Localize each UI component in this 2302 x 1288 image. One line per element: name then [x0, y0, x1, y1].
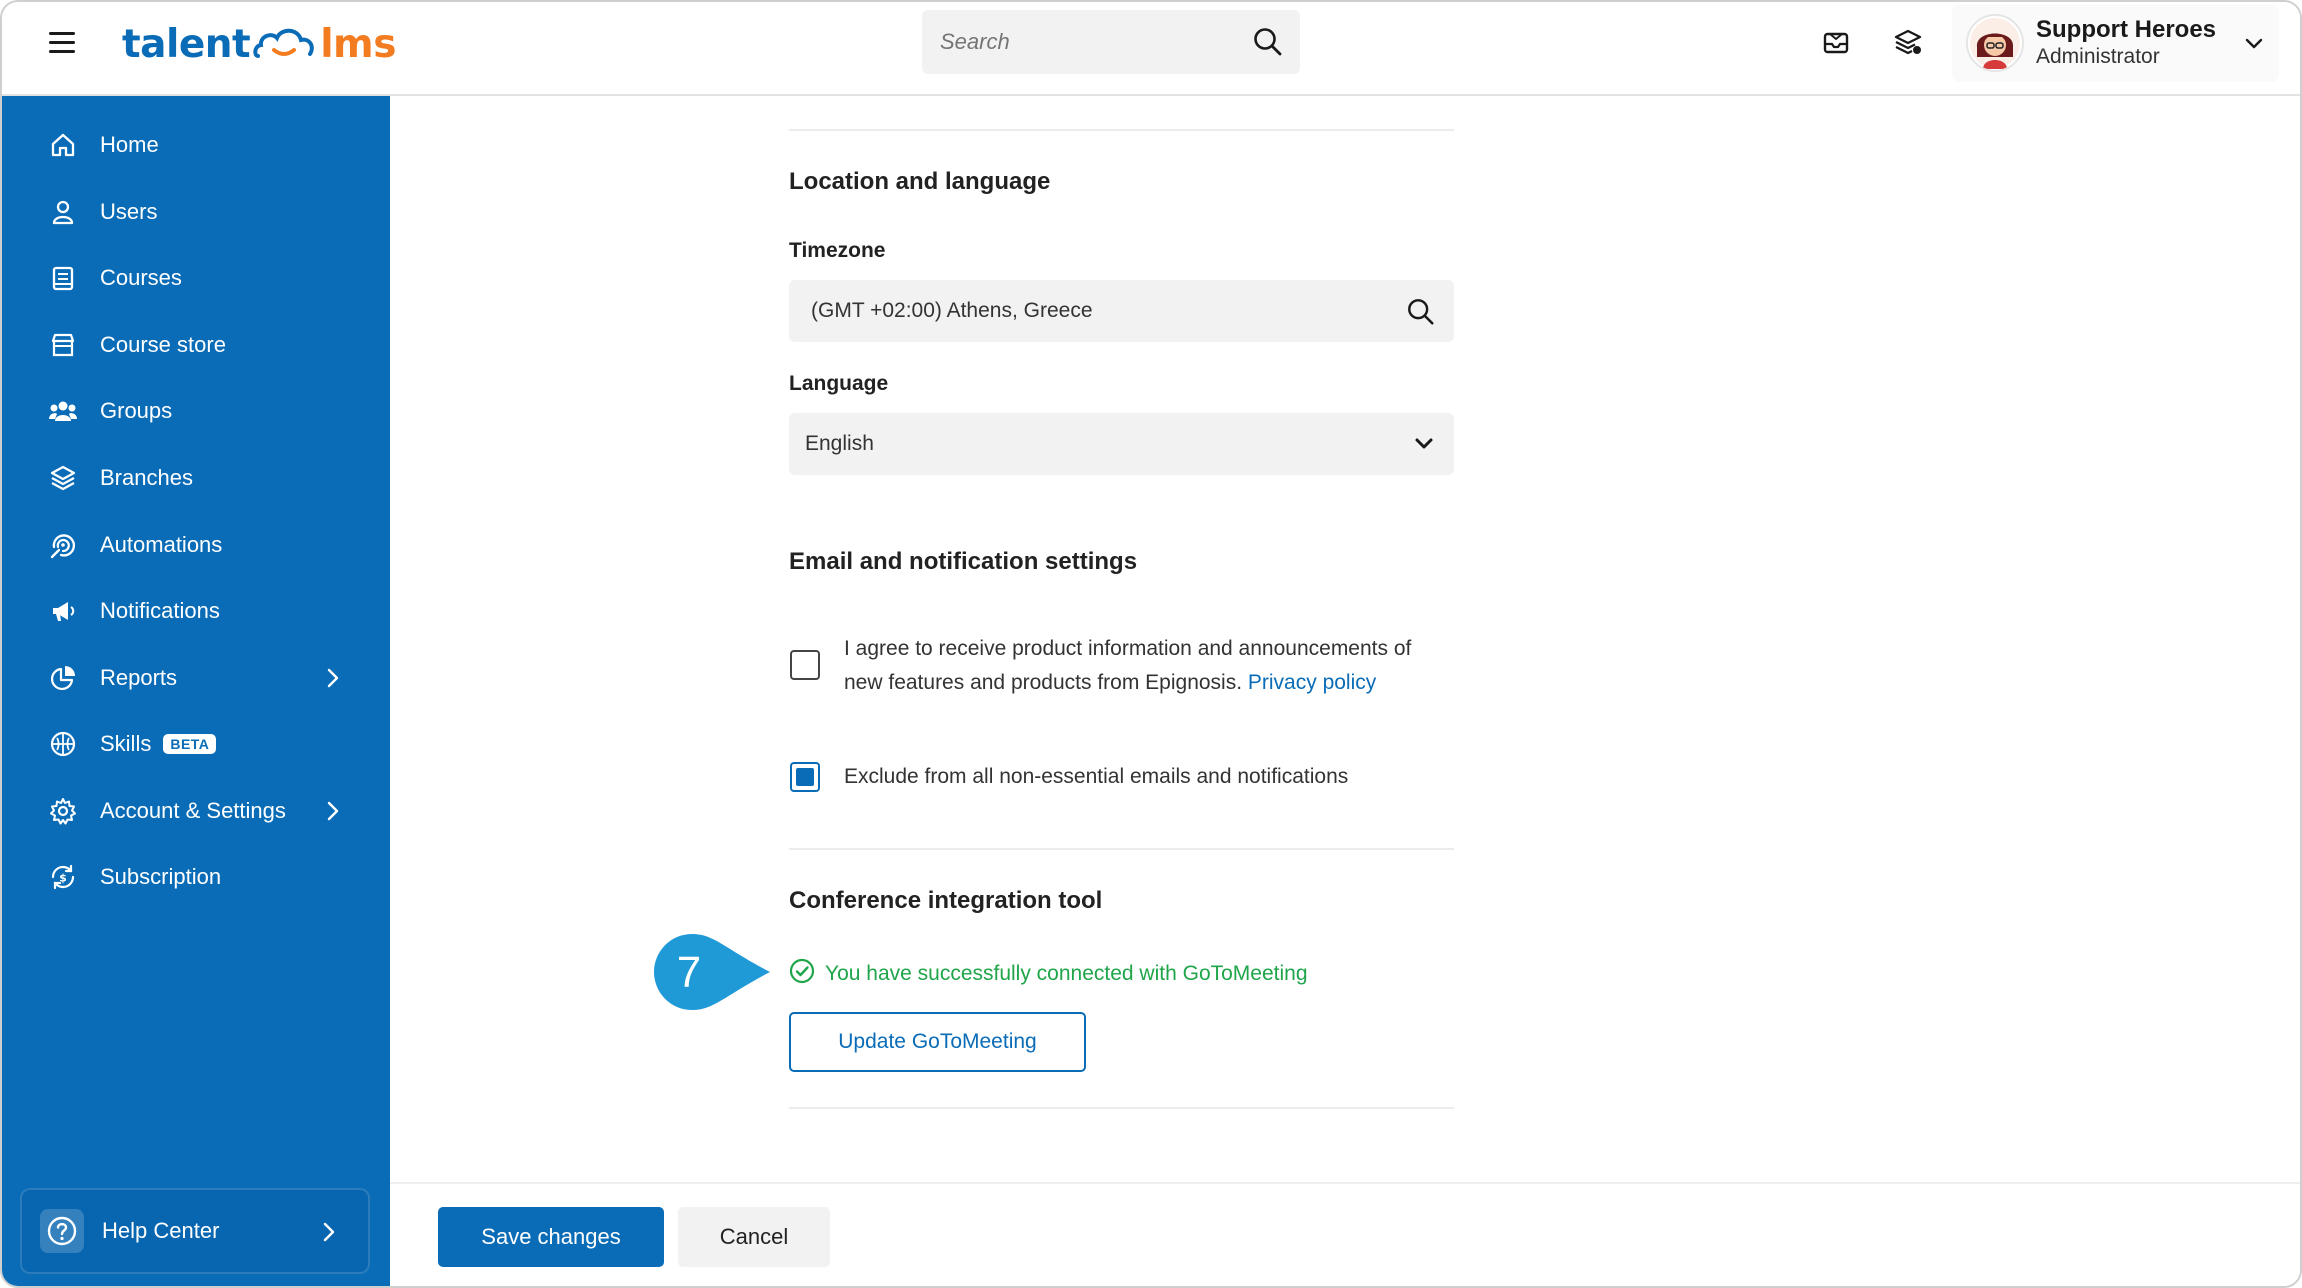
- privacy-policy-link[interactable]: Privacy policy: [1248, 671, 1376, 694]
- avatar: [1966, 14, 2024, 72]
- chevron-right-icon: [322, 799, 344, 828]
- logo-text-lms: lms: [320, 21, 396, 67]
- help-icon: [40, 1209, 84, 1253]
- agree-text: I agree to receive product information a…: [844, 632, 1411, 700]
- brain-icon: [48, 729, 78, 759]
- search-icon[interactable]: [1406, 297, 1436, 332]
- sidebar-item-label: Automations: [100, 532, 223, 557]
- sidebar-item-skills[interactable]: Skills BETA: [2, 716, 390, 772]
- timezone-value: (GMT +02:00) Athens, Greece: [811, 299, 1093, 322]
- language-select[interactable]: English: [789, 413, 1454, 475]
- language-label: Language: [789, 372, 889, 395]
- sidebar-item-notifications[interactable]: Notifications: [2, 583, 390, 639]
- sidebar-item-label: Home: [100, 132, 159, 157]
- user-role: Administrator: [2036, 45, 2160, 68]
- section-divider: [789, 129, 1454, 131]
- agree-checkbox[interactable]: [790, 650, 820, 680]
- timezone-label: Timezone: [789, 239, 886, 262]
- search-icon[interactable]: [1252, 26, 1284, 63]
- sidebar-item-home[interactable]: Home: [2, 117, 390, 173]
- location-section-title: Location and language: [789, 168, 1051, 195]
- agree-text-line1: I agree to receive product information a…: [844, 637, 1412, 660]
- chevron-right-icon: [318, 1220, 340, 1249]
- sidebar-item-label: Reports: [100, 665, 178, 690]
- automation-icon: [48, 530, 78, 560]
- beta-badge: BETA: [163, 734, 217, 754]
- sidebar-item-subscription[interactable]: $ Subscription: [2, 849, 390, 905]
- success-message: You have successfully connected with GoT…: [789, 958, 1308, 990]
- save-button[interactable]: Save changes: [438, 1207, 664, 1267]
- exclude-text: Exclude from all non-essential emails an…: [844, 765, 1349, 788]
- home-icon: [48, 130, 78, 160]
- search-input[interactable]: [940, 29, 1240, 55]
- search-box[interactable]: [922, 10, 1300, 74]
- sidebar-item-groups[interactable]: Groups: [2, 383, 390, 439]
- sidebar-item-label: Groups: [100, 398, 173, 423]
- logo-text-talent: talent: [122, 21, 251, 67]
- user-icon: [48, 197, 78, 227]
- step-number: 7: [677, 948, 701, 997]
- check-circle-icon: [789, 958, 815, 990]
- store-icon: [48, 330, 78, 360]
- subscription-icon: $: [48, 862, 78, 892]
- layers-icon: [48, 463, 78, 493]
- sidebar-item-label: Course store: [100, 332, 226, 357]
- svg-text:$: $: [59, 872, 67, 885]
- top-bar: talent lms Search Support Heroes Adminis…: [2, 2, 2300, 96]
- update-gotomeeting-button[interactable]: Update GoToMeeting: [789, 1012, 1086, 1072]
- sidebar-item-label: Courses: [100, 265, 182, 290]
- footer-bar: [390, 1182, 2300, 1286]
- talentlms-logo[interactable]: talent lms: [122, 14, 396, 74]
- step-callout-badge: 7: [652, 932, 772, 1012]
- sidebar-item-label: Subscription: [100, 864, 222, 889]
- inbox-icon[interactable]: [1818, 24, 1854, 60]
- chevron-down-icon: [1412, 433, 1436, 460]
- agree-text-line2: new features and products from Epignosis…: [844, 671, 1243, 694]
- app-window: talent lms Search Support Heroes Adminis…: [0, 0, 2302, 1288]
- pie-chart-icon: [48, 663, 78, 693]
- gear-icon: [48, 796, 78, 826]
- section-divider: [789, 848, 1454, 850]
- sidebar-item-courses[interactable]: Courses: [2, 250, 390, 306]
- sidebar-item-users[interactable]: Users: [2, 184, 390, 240]
- success-text: You have successfully connected with GoT…: [825, 962, 1308, 985]
- sidebar-item-label: Notifications: [100, 598, 220, 623]
- timezone-field[interactable]: (GMT +02:00) Athens, Greece: [789, 280, 1454, 342]
- sidebar-item-branches[interactable]: Branches: [2, 450, 390, 506]
- sidebar-item-reports[interactable]: Reports: [2, 650, 390, 706]
- conference-section-title: Conference integration tool: [789, 887, 1103, 914]
- chevron-right-icon: [322, 666, 344, 695]
- language-value: English: [805, 432, 874, 455]
- megaphone-icon: [48, 596, 78, 626]
- user-menu[interactable]: Support Heroes Administrator: [1952, 4, 2279, 82]
- sidebar-item-label: Account & Settings: [100, 798, 286, 823]
- groups-icon: [48, 396, 78, 426]
- sidebar: Home Users Courses Course store Groups B…: [2, 96, 390, 1286]
- user-name: Support Heroes: [2036, 16, 2217, 43]
- sidebar-item-course-store[interactable]: Course store: [2, 317, 390, 373]
- sidebar-item-automations[interactable]: Automations: [2, 517, 390, 573]
- help-center-label: Help Center: [102, 1218, 220, 1243]
- book-icon: [48, 263, 78, 293]
- sidebar-item-label: Skills: [100, 731, 152, 756]
- help-center-button[interactable]: Help Center: [20, 1188, 370, 1274]
- cancel-button[interactable]: Cancel: [678, 1207, 830, 1267]
- hamburger-menu-icon[interactable]: [49, 30, 77, 54]
- exclude-checkbox[interactable]: [790, 762, 820, 792]
- branch-switch-icon[interactable]: [1890, 24, 1926, 60]
- email-section-title: Email and notification settings: [789, 548, 1138, 575]
- chevron-down-icon[interactable]: [2243, 32, 2265, 59]
- sidebar-item-label: Branches: [100, 465, 193, 490]
- sidebar-item-label: Users: [100, 199, 158, 224]
- section-divider: [789, 1107, 1454, 1109]
- cloud-icon: [253, 28, 314, 58]
- sidebar-item-account-settings[interactable]: Account & Settings: [2, 783, 390, 839]
